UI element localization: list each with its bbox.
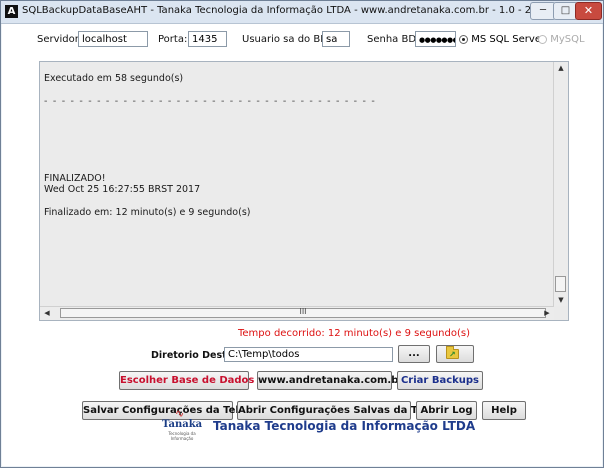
log-line: Wed Oct 25 16:27:55 BRST 2017	[44, 184, 201, 195]
logo-subtext: Tecnologia da Informação	[168, 431, 196, 441]
close-button[interactable]: ✕	[575, 2, 602, 20]
log-output[interactable]: Executado em 58 segundo(s) - - - - - - -…	[39, 61, 569, 321]
user-label: Usuario sa do BD:	[242, 34, 332, 45]
close-icon: ✕	[583, 4, 594, 17]
vertical-scroll-thumb[interactable]	[555, 276, 566, 292]
server-label: Servidor:	[37, 34, 83, 45]
radio-mssql-indicator	[459, 34, 468, 44]
radio-mysql[interactable]: MySQL	[538, 34, 585, 45]
scroll-down-icon[interactable]: ▼	[554, 294, 568, 306]
directory-input[interactable]: C:\Temp\todos	[224, 347, 393, 362]
vertical-scrollbar[interactable]: ▲ ▼	[553, 62, 568, 306]
password-label: Senha BD:	[367, 34, 420, 45]
password-input[interactable]: ●●●●●●●●	[415, 31, 456, 47]
log-line: FINALIZADO!	[44, 173, 106, 184]
company-logo: ∿ Tanaka Tecnologia da Informação	[162, 407, 203, 442]
choose-database-button[interactable]: Escolher Base de Dados	[119, 371, 254, 390]
port-input[interactable]: 1435	[188, 31, 227, 47]
app-icon: A	[5, 5, 18, 18]
folder-arrow-icon: ↗	[449, 350, 456, 359]
maximize-icon: □	[560, 5, 571, 16]
user-input[interactable]: sa	[322, 31, 350, 47]
log-separator: - - - - - - - - - - - - - - - - - - - - …	[44, 96, 376, 107]
create-backups-button[interactable]: Criar Backups	[397, 371, 483, 390]
scroll-grip: III	[299, 307, 307, 316]
website-button[interactable]: www.andretanaka.com.br	[257, 371, 403, 390]
server-input[interactable]: localhost	[78, 31, 148, 47]
horizontal-scrollbar[interactable]: ◀ III ▶	[40, 306, 554, 320]
browse-button[interactable]: ...	[398, 345, 430, 363]
open-config-button[interactable]: Abrir Configurações Salvas da Tela	[237, 401, 433, 420]
port-label: Porta:	[158, 34, 188, 45]
client-area: Servidor: localhost Porta: 1435 Usuario …	[2, 24, 602, 466]
open-folder-button[interactable]: ↗	[436, 345, 474, 363]
radio-mysql-label: MySQL	[550, 34, 585, 45]
elapsed-time-text: Tempo decorrido: 12 minuto(s) e 9 segund…	[238, 328, 470, 339]
log-line: Finalizado em: 12 minuto(s) e 9 segundo(…	[44, 207, 251, 218]
open-log-button[interactable]: Abrir Log	[416, 401, 477, 420]
radio-mssql-label: MS SQL Server	[471, 34, 546, 45]
help-button[interactable]: Help	[482, 401, 526, 420]
log-line: Executado em 58 segundo(s)	[44, 73, 184, 84]
app-window: A SQLBackupDataBaseAHT - Tanaka Tecnolog…	[0, 0, 604, 468]
save-config-button[interactable]: Salvar Configurações da Tela	[82, 401, 246, 420]
radio-mssql[interactable]: MS SQL Server	[459, 34, 545, 45]
window-title: SQLBackupDataBaseAHT - Tanaka Tecnologia…	[22, 5, 583, 16]
scroll-up-icon[interactable]: ▲	[554, 62, 568, 74]
radio-mysql-indicator	[538, 34, 547, 44]
logo-text: Tanaka	[162, 419, 203, 430]
scroll-left-icon[interactable]: ◀	[40, 307, 54, 320]
minimize-icon: ─	[539, 5, 547, 16]
title-bar[interactable]: A SQLBackupDataBaseAHT - Tanaka Tecnolog…	[1, 1, 603, 24]
horizontal-scroll-thumb[interactable]: III	[60, 307, 546, 318]
scroll-right-icon[interactable]: ▶	[540, 307, 554, 320]
company-name: Tanaka Tecnologia da Informação LTDA	[213, 419, 476, 433]
